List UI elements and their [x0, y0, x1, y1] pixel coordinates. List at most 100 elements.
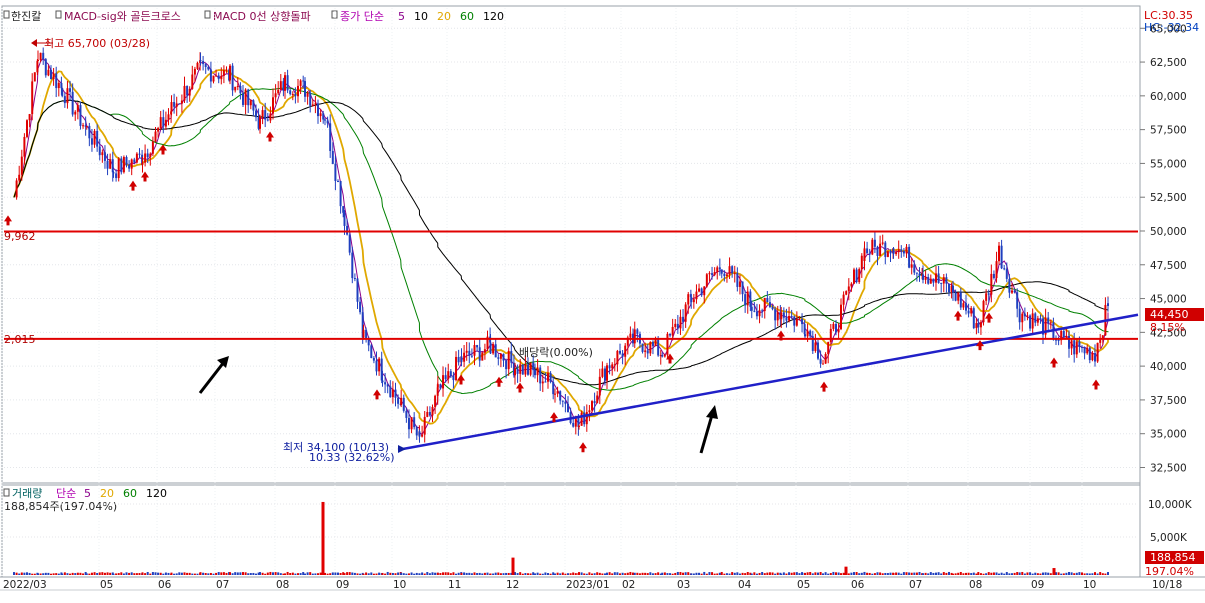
candle-body [26, 120, 28, 137]
volume-bar [703, 571, 706, 575]
candle-body [711, 273, 714, 275]
candle-body [284, 75, 286, 91]
volume-bar [561, 572, 564, 575]
x-tick-label: 07 [909, 579, 922, 591]
volume-bar [167, 572, 170, 575]
volume-bar [220, 572, 223, 575]
volume-bar [636, 572, 639, 575]
volume-bar [269, 571, 272, 575]
y-tick-label: 62,500 [1150, 57, 1187, 69]
stock-name: 한진칼 [11, 10, 41, 23]
volume-bar [272, 572, 274, 575]
volume-bar [736, 572, 739, 575]
volume-bar [173, 573, 176, 575]
volume-bar [309, 572, 312, 575]
volume-bar [188, 572, 191, 575]
vol-tick-5000k: 5,000K [1150, 532, 1188, 544]
candle-body [204, 64, 207, 67]
legend-period-20: 20 [437, 10, 451, 23]
candle-body [827, 342, 830, 354]
volume-bar [130, 572, 133, 575]
volume-bar [52, 573, 55, 575]
candle-body [679, 316, 682, 329]
y-tick-label: 45,000 [1150, 294, 1187, 306]
candle-body [269, 113, 272, 121]
volume-bar [400, 572, 403, 575]
volume-bar [811, 573, 814, 575]
x-tick-label: 05 [100, 579, 113, 591]
candle-body [1018, 308, 1021, 323]
candle-body [157, 128, 160, 132]
candle-body [957, 292, 960, 301]
volume-spike-bar [844, 566, 848, 575]
volume-bar [180, 572, 183, 575]
candle-body [23, 136, 26, 157]
candle-body [860, 255, 863, 270]
candle-body [716, 267, 719, 273]
volume-bar [186, 572, 189, 575]
candle-body [929, 278, 932, 284]
x-tick-label: 02 [622, 579, 635, 591]
volume-bar [716, 573, 719, 575]
volume-bar [804, 572, 806, 575]
volume-bar [367, 573, 370, 575]
candle-body [952, 285, 954, 293]
volume-bar [889, 572, 892, 575]
candle-body [151, 141, 154, 154]
candle-body [725, 274, 728, 277]
volume-bar [755, 573, 758, 575]
candle-body [329, 123, 332, 151]
volume-bar [170, 572, 173, 575]
volume-bar [774, 573, 777, 575]
volume-bar [990, 572, 993, 575]
volume-bar [695, 572, 698, 575]
volume-bar [855, 572, 858, 575]
volume-ma-prefix: 단순 [56, 487, 76, 500]
volume-bar [476, 573, 479, 575]
left-label-42015: 2,015 [4, 333, 36, 346]
volume-bar [66, 573, 69, 575]
candle-body [889, 251, 892, 254]
volume-bar [918, 571, 921, 575]
volume-bar [266, 572, 269, 575]
volume-bar [339, 572, 342, 575]
volume-bar [1099, 572, 1102, 575]
candle-body [868, 253, 871, 255]
volume-bar [391, 573, 394, 575]
volume-bar [713, 573, 716, 575]
candle-body [585, 412, 588, 425]
candle-body [20, 156, 23, 175]
volume-bar [299, 573, 302, 575]
volume-bar [876, 572, 879, 575]
volume-bar [202, 572, 205, 575]
candle-body [115, 173, 118, 179]
volume-bar [596, 572, 599, 575]
volume-bar [239, 572, 242, 575]
volume-bar [1039, 573, 1042, 575]
volume-bar [294, 573, 297, 575]
candle-body [695, 291, 698, 300]
candle-body [370, 345, 373, 358]
volume-bar [394, 573, 397, 575]
candle-body [1021, 313, 1024, 323]
candle-body [149, 153, 152, 158]
candle-body [736, 273, 739, 287]
volume-bar [274, 572, 277, 575]
candle-body [407, 417, 410, 430]
volume-bar [863, 571, 866, 575]
candle-body [619, 350, 621, 354]
volume-bar [771, 572, 774, 575]
candle-body [252, 100, 255, 111]
volume-bar [532, 572, 535, 575]
volume-bar [633, 572, 636, 575]
stock-chart[interactable]: 한진칼 MACD-sig와 골든크로스 MACD 0선 상향돌파 종가 단순 5… [0, 0, 1205, 603]
candle-body [413, 417, 416, 428]
candle-body [1029, 315, 1032, 329]
x-tick-label: 09 [1031, 579, 1044, 591]
volume-bar [1013, 572, 1016, 575]
x-tick-label: 06 [158, 579, 172, 591]
volume-bar [922, 573, 924, 575]
volume-bar [606, 572, 608, 575]
volume-bar [908, 572, 911, 575]
legend-period-5: 5 [398, 10, 405, 23]
